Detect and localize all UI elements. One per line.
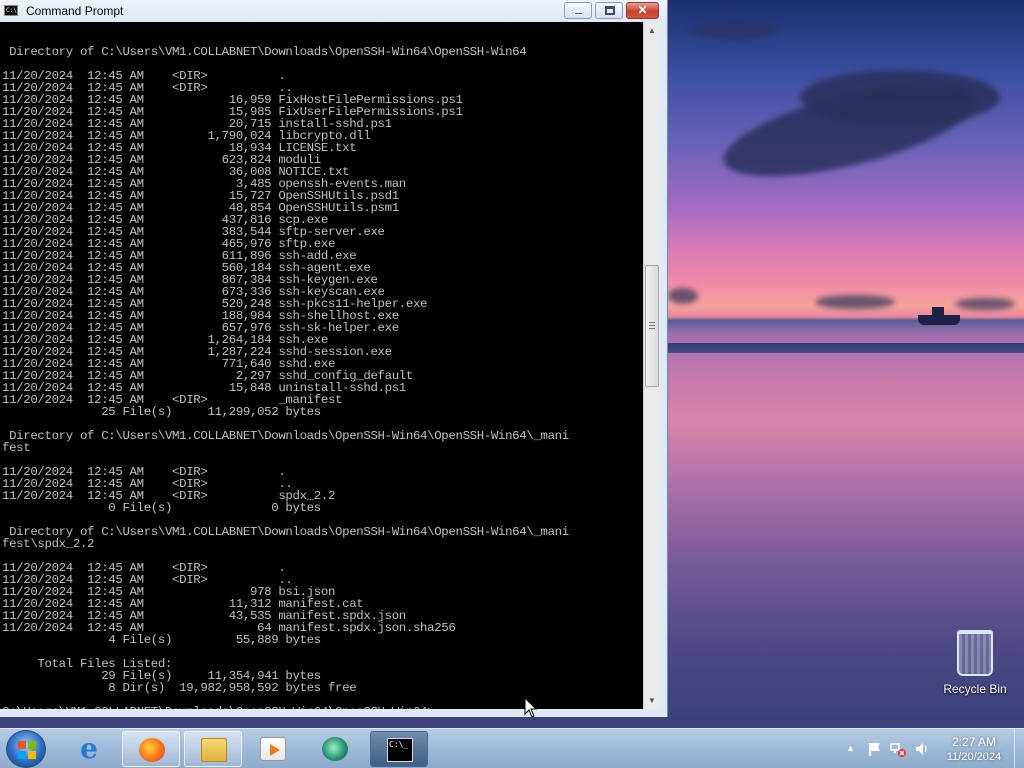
horizon-line (668, 343, 1024, 353)
clock-time: 2:27 AM (951, 735, 997, 749)
cloud-shape (690, 20, 780, 40)
show-desktop-button[interactable] (1014, 729, 1024, 768)
grip-icon (649, 322, 655, 329)
network-disconnected-icon[interactable] (890, 741, 906, 757)
close-icon: ✕ (637, 3, 648, 17)
cloud-shape (668, 288, 698, 304)
taskbar-windows-media-player[interactable] (306, 731, 364, 767)
recycle-bin-label: Recycle Bin (943, 682, 1007, 696)
restore-button[interactable] (595, 2, 623, 19)
cloud-shape (800, 70, 1000, 125)
command-prompt-icon: C:\_ (4, 5, 21, 16)
start-button[interactable] (6, 730, 46, 768)
taskbar-command-prompt[interactable]: C:\_ (370, 731, 428, 767)
firefox-icon (139, 738, 165, 762)
scroll-down-arrow-icon[interactable]: ▼ (644, 692, 660, 709)
mouse-cursor-icon (524, 697, 538, 718)
title-bar[interactable]: C:\_ Command Prompt ✕ (0, 0, 667, 22)
boat-silhouette (918, 307, 960, 325)
window-frame-bottom (0, 709, 667, 717)
taskbar-file-explorer[interactable] (184, 731, 242, 767)
clock-date: 11/20/2024 (946, 751, 1002, 763)
scrollbar-thumb[interactable] (645, 265, 659, 387)
console-output[interactable]: Directory of C:\Users\VM1.COLLABNET\Down… (0, 22, 643, 709)
minimize-button[interactable] (564, 2, 592, 19)
window-title: Command Prompt (26, 4, 124, 18)
action-center-flag-icon[interactable] (866, 741, 882, 757)
restore-icon (605, 6, 615, 15)
minimize-icon (574, 12, 583, 15)
speaker-icon[interactable] (914, 741, 930, 757)
system-clock[interactable]: 2:27 AM 11/20/2024 (932, 735, 1016, 765)
taskbar-internet-explorer[interactable]: e (60, 731, 118, 767)
recycle-bin-icon (957, 630, 993, 676)
media-center-icon (260, 737, 286, 761)
windows-media-player-icon (322, 737, 348, 761)
cloud-shape (815, 295, 895, 309)
command-prompt-window[interactable]: C:\_ Command Prompt ✕ Directory of C:\Us… (0, 0, 668, 717)
console-text: Directory of C:\Users\VM1.COLLABNET\Down… (2, 45, 569, 709)
scroll-up-arrow-icon[interactable]: ▲ (644, 22, 660, 39)
cloud-shape (955, 298, 1015, 310)
internet-explorer-icon: e (80, 732, 98, 765)
show-hidden-icons-icon[interactable]: ▲ (846, 743, 855, 753)
window-controls: ✕ (564, 2, 659, 19)
taskbar-firefox[interactable] (122, 731, 180, 767)
windows-logo-icon (18, 741, 36, 759)
command-prompt-icon: C:\_ (387, 738, 413, 762)
vertical-scrollbar[interactable]: ▲ ▼ (643, 22, 660, 709)
close-button[interactable]: ✕ (626, 2, 659, 19)
taskbar: e C:\_ ▲ 2:27 AM 11/20/2024 (0, 728, 1024, 768)
file-explorer-icon (201, 738, 227, 762)
recycle-bin[interactable]: Recycle Bin (938, 630, 1012, 696)
taskbar-media-center[interactable] (244, 731, 302, 767)
